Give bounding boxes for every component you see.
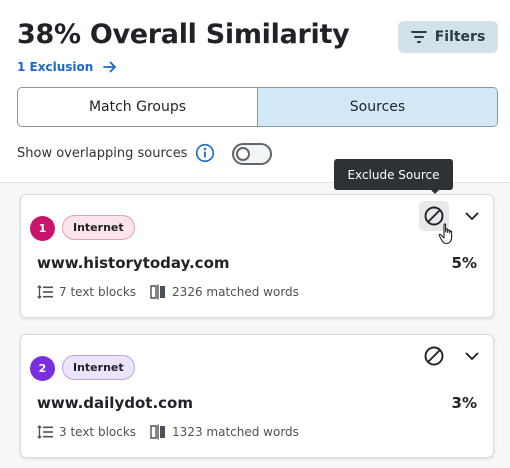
source-card[interactable]: 1 Internet www.historytoday.com 5% 7 tex… — [20, 194, 494, 318]
block-circle-icon — [424, 206, 444, 226]
expand-source-button[interactable] — [461, 345, 483, 367]
exclude-source-button[interactable] — [419, 341, 449, 371]
source-name[interactable]: www.dailydot.com — [37, 394, 193, 412]
source-type-tag: Internet — [62, 355, 135, 380]
block-circle-icon — [424, 346, 444, 366]
source-number-badge: 2 — [30, 356, 55, 381]
text-blocks-count: 3 text blocks — [59, 425, 137, 439]
chevron-down-icon — [465, 212, 479, 220]
expand-source-button[interactable] — [461, 205, 483, 227]
similarity-panel: 38% Overall Similarity Filters 1 Exclusi… — [0, 0, 510, 468]
source-meta: 7 text blocks 2326 matched words — [37, 284, 313, 300]
text-blocks-count: 7 text blocks — [59, 285, 137, 299]
source-percent: 5% — [451, 254, 477, 272]
tab-sources-label: Sources — [349, 99, 406, 115]
filter-icon — [410, 30, 427, 44]
exclusion-label: 1 Exclusion — [17, 60, 94, 74]
compare-doc-icon — [150, 284, 166, 300]
tab-sources[interactable]: Sources — [258, 88, 497, 126]
tooltip-arrow — [430, 189, 440, 194]
tab-match-groups-label: Match Groups — [88, 99, 187, 115]
exclude-source-tooltip: Exclude Source — [334, 159, 453, 190]
source-percent: 3% — [451, 394, 477, 412]
overlap-label: Show overlapping sources — [17, 145, 188, 161]
matched-words-count: 1323 matched words — [172, 425, 299, 439]
arrow-right-icon — [103, 61, 117, 73]
source-number-badge: 1 — [30, 216, 55, 241]
tab-match-groups[interactable]: Match Groups — [18, 88, 258, 126]
matched-words-count: 2326 matched words — [172, 285, 299, 299]
overlap-toggle[interactable] — [232, 143, 272, 165]
exclusion-link[interactable]: 1 Exclusion — [17, 60, 117, 74]
source-name[interactable]: www.historytoday.com — [37, 254, 230, 272]
filters-button[interactable]: Filters — [398, 21, 498, 53]
source-card[interactable]: 2 Internet www.dailydot.com 3% 3 text bl… — [20, 334, 494, 458]
compare-doc-icon — [150, 424, 166, 440]
list-lines-icon — [37, 425, 53, 439]
info-icon[interactable] — [195, 143, 215, 163]
source-type-tag: Internet — [62, 215, 135, 240]
view-tabs: Match Groups Sources — [17, 87, 498, 127]
page-title: 38% Overall Similarity — [17, 19, 350, 50]
source-meta: 3 text blocks 1323 matched words — [37, 424, 313, 440]
filters-label: Filters — [434, 29, 486, 45]
exclude-source-button[interactable] — [419, 201, 449, 231]
chevron-down-icon — [465, 352, 479, 360]
overlap-row: Show overlapping sources — [17, 143, 215, 163]
toggle-knob — [236, 147, 250, 161]
list-lines-icon — [37, 285, 53, 299]
